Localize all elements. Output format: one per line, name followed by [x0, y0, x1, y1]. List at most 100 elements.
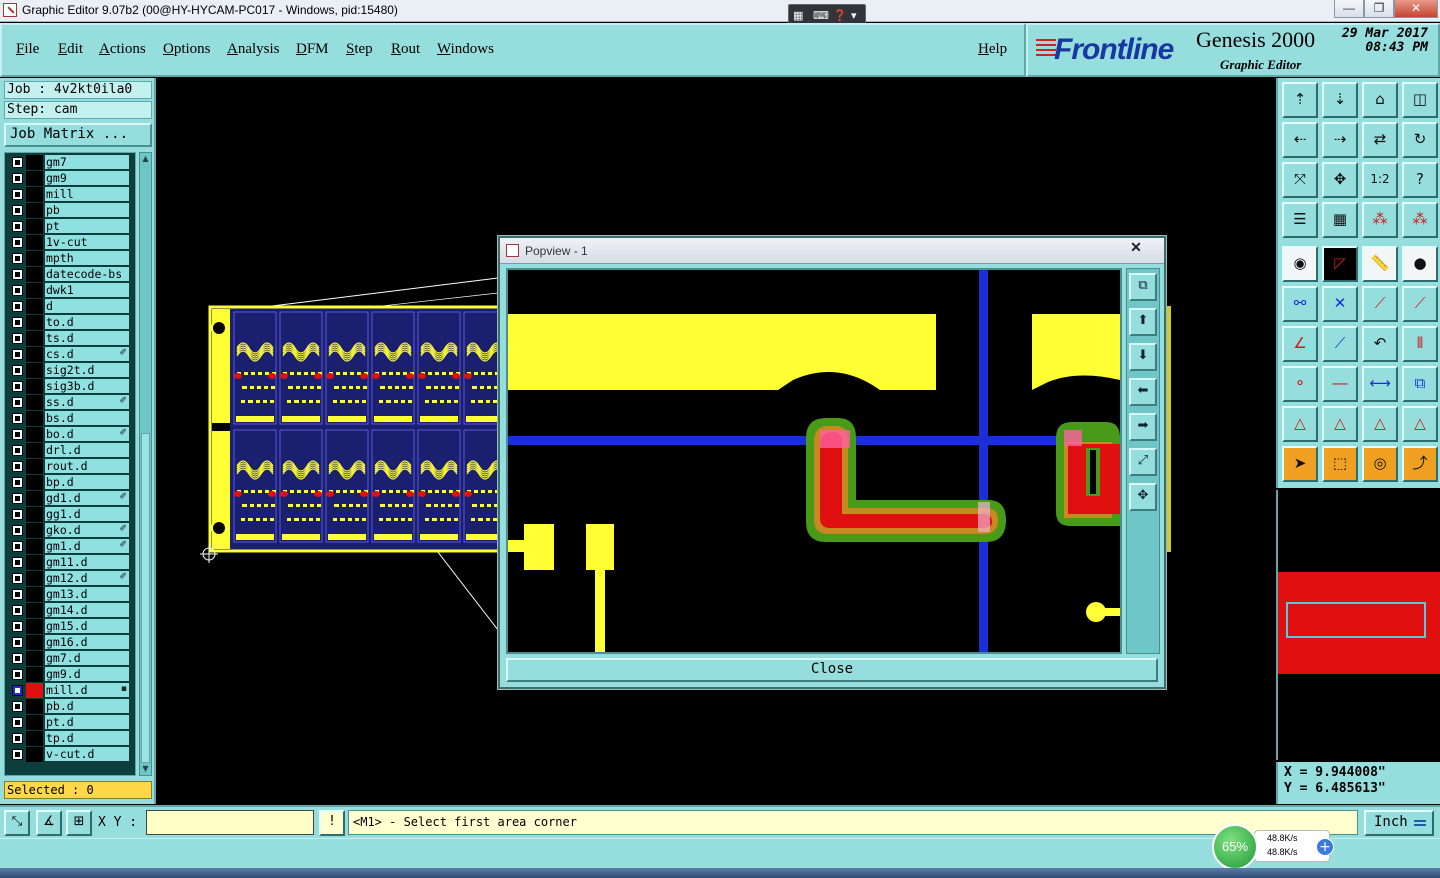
- usage-percent[interactable]: 65%: [1212, 824, 1258, 870]
- layer-color-swatch[interactable]: [26, 347, 43, 362]
- pv-zoom-out-icon[interactable]: ✥: [1129, 483, 1157, 511]
- layer-name[interactable]: 1v-cut: [45, 235, 129, 250]
- layer-name[interactable]: gm9: [45, 171, 129, 186]
- layer-checkbox[interactable]: [12, 269, 23, 280]
- layer-name[interactable]: ts.d: [45, 331, 129, 346]
- menu-windows[interactable]: Windows: [437, 41, 494, 58]
- layer-checkbox[interactable]: [12, 429, 23, 440]
- graphic-canvas[interactable]: Popview - 1 ✕ ⧉ ⬆ ⬇ ⬅ ➡ ⤢ ✥ Close: [158, 78, 1276, 804]
- layer-row[interactable]: drl.d: [9, 443, 129, 458]
- snap-grid-icon[interactable]: ⊞: [66, 810, 92, 836]
- triangle-2-tool-icon[interactable]: △: [1322, 406, 1358, 442]
- layer-row[interactable]: gm1.d ✐: [9, 539, 129, 554]
- layer-row[interactable]: gm13.d: [9, 587, 129, 602]
- layer-checkbox[interactable]: [12, 637, 23, 648]
- close-window-button[interactable]: ✕: [1394, 0, 1438, 18]
- layer-list-scrollbar[interactable]: ▲ ▼: [139, 152, 152, 776]
- layer-row[interactable]: d: [9, 299, 129, 314]
- grid-icon[interactable]: ▦: [793, 9, 803, 22]
- popview-close-button[interactable]: Close: [506, 658, 1158, 682]
- layer-checkbox[interactable]: [12, 221, 23, 232]
- layer-checkbox[interactable]: [12, 493, 23, 504]
- options-arrow-icon[interactable]: ▾: [851, 9, 857, 22]
- layer-name[interactable]: gko.d: [45, 523, 129, 538]
- layer-name[interactable]: sig2t.d: [45, 363, 129, 378]
- zoom-one-to-two-icon[interactable]: 1:2: [1362, 162, 1398, 198]
- layer-row[interactable]: ts.d: [9, 331, 129, 346]
- layer-row[interactable]: bp.d: [9, 475, 129, 490]
- layer-row[interactable]: to.d: [9, 315, 129, 330]
- layer-checkbox[interactable]: [12, 701, 23, 712]
- layer-checkbox[interactable]: [12, 477, 23, 488]
- layer-name[interactable]: gd1.d: [45, 491, 129, 506]
- layer-checkbox[interactable]: [12, 301, 23, 312]
- layer-name[interactable]: rout.d: [45, 459, 129, 474]
- layer-row[interactable]: gm7: [9, 155, 129, 170]
- layer-name[interactable]: pt: [45, 219, 129, 234]
- layer-row[interactable]: gm12.d ✐: [9, 571, 129, 586]
- layer-checkbox[interactable]: [12, 733, 23, 744]
- pan-down-icon[interactable]: ⇣: [1322, 82, 1358, 118]
- layer-color-swatch[interactable]: [26, 235, 43, 250]
- layer-row[interactable]: mpth: [9, 251, 129, 266]
- layer-color-swatch[interactable]: [26, 747, 43, 762]
- layer-color-swatch[interactable]: [26, 459, 43, 474]
- layer-row[interactable]: gm16.d: [9, 635, 129, 650]
- layer-checkbox[interactable]: [12, 413, 23, 424]
- pad-tool-icon[interactable]: ◉: [1282, 246, 1318, 282]
- layer-color-swatch[interactable]: [26, 523, 43, 538]
- split-view-icon[interactable]: ◫: [1402, 82, 1438, 118]
- layer-row[interactable]: gg1.d: [9, 507, 129, 522]
- layer-checkbox[interactable]: [12, 397, 23, 408]
- layer-checkbox[interactable]: [12, 621, 23, 632]
- layer-row[interactable]: mill: [9, 187, 129, 202]
- layer-name[interactable]: gm7.d: [45, 651, 129, 666]
- select-pointer-icon[interactable]: ➤: [1282, 446, 1318, 482]
- layer-checkbox[interactable]: [12, 525, 23, 536]
- layer-row[interactable]: pb: [9, 203, 129, 218]
- layer-checkbox[interactable]: [12, 461, 23, 472]
- zoom-extents-icon[interactable]: ✥: [1322, 162, 1358, 198]
- layer-checkbox[interactable]: [12, 685, 23, 696]
- network-speed-widget[interactable]: 48.8K/s 48.8K/s 65% +: [1212, 824, 1338, 870]
- layer-checkbox[interactable]: [12, 589, 23, 600]
- layer-row[interactable]: gd1.d ✐: [9, 491, 129, 506]
- pv-zoom-home-icon[interactable]: ⤢: [1129, 448, 1157, 476]
- layer-row[interactable]: v-cut.d: [9, 747, 129, 762]
- align-tool-icon[interactable]: ⫴: [1402, 326, 1438, 362]
- layer-name[interactable]: tp.d: [45, 731, 129, 746]
- nets-icon[interactable]: ⁂: [1362, 202, 1398, 238]
- menu-rout[interactable]: Rout: [391, 41, 420, 58]
- layer-row[interactable]: gm9: [9, 171, 129, 186]
- layer-name[interactable]: to.d: [45, 315, 129, 330]
- layer-name[interactable]: bp.d: [45, 475, 129, 490]
- nets-2-icon[interactable]: ⁂: [1402, 202, 1438, 238]
- layer-checkbox[interactable]: [12, 349, 23, 360]
- pan-left-icon[interactable]: ⇠: [1282, 122, 1318, 158]
- layer-checkbox[interactable]: [12, 605, 23, 616]
- layer-name[interactable]: pb.d: [45, 699, 129, 714]
- dot-tool-icon[interactable]: ●: [1402, 246, 1438, 282]
- zoom-fit-icon[interactable]: ⤧: [1282, 162, 1318, 198]
- alert-icon[interactable]: !: [319, 810, 345, 836]
- snap-angle-icon[interactable]: ∡: [36, 810, 62, 836]
- layer-color-swatch[interactable]: [26, 651, 43, 666]
- layer-checkbox[interactable]: [12, 541, 23, 552]
- pv-pan-up-icon[interactable]: ⬆: [1129, 308, 1157, 336]
- layer-row[interactable]: sig2t.d: [9, 363, 129, 378]
- layer-color-swatch[interactable]: [26, 299, 43, 314]
- menu-file[interactable]: File: [16, 41, 39, 58]
- node-tool-icon[interactable]: ⚬: [1282, 366, 1318, 402]
- layer-name[interactable]: mpth: [45, 251, 129, 266]
- layer-row[interactable]: sig3b.d: [9, 379, 129, 394]
- layer-checkbox[interactable]: [12, 237, 23, 248]
- pan-right-icon[interactable]: ⇢: [1322, 122, 1358, 158]
- layer-color-swatch[interactable]: [26, 187, 43, 202]
- layer-color-swatch[interactable]: [26, 731, 43, 746]
- maximize-button[interactable]: ❐: [1364, 0, 1394, 18]
- layer-checkbox[interactable]: [12, 189, 23, 200]
- layer-name[interactable]: pt.d: [45, 715, 129, 730]
- layer-checkbox[interactable]: [12, 557, 23, 568]
- unit-selector[interactable]: Inch: [1364, 810, 1434, 836]
- popview-title-bar[interactable]: Popview - 1 ✕: [500, 238, 1164, 264]
